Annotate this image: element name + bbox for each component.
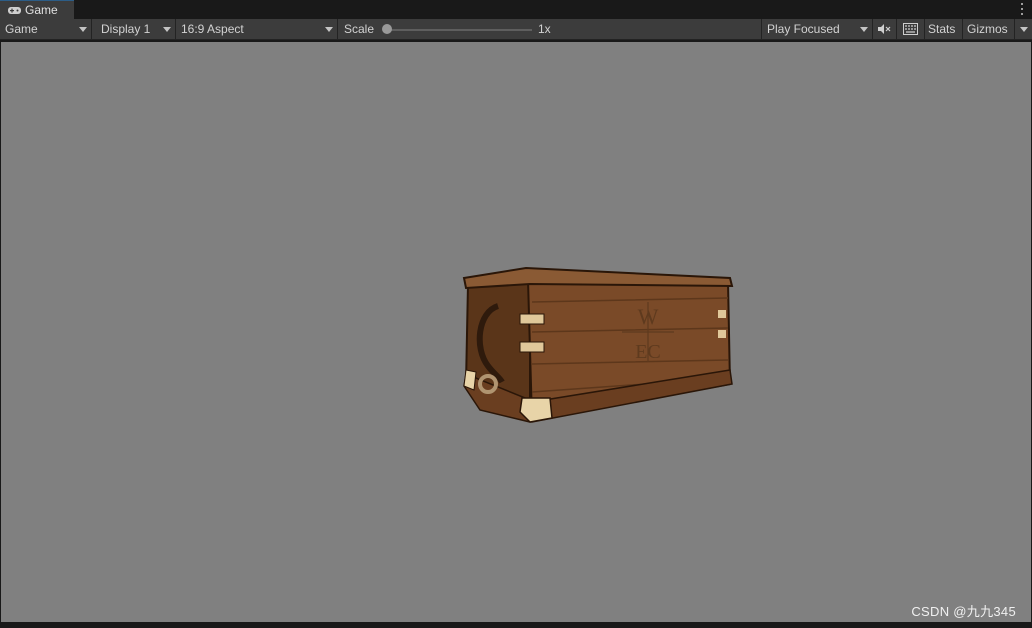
gizmos-button[interactable]: Gizmos (963, 19, 1015, 39)
scale-label: Scale (339, 19, 379, 39)
tab-game[interactable]: Game (0, 0, 74, 19)
scale-value: 1x (533, 19, 563, 39)
display-dropdown[interactable]: Display 1 (96, 19, 176, 39)
play-mode-dropdown[interactable]: Play Focused (761, 19, 873, 39)
scale-label-text: Scale (344, 22, 375, 36)
scale-slider-thumb[interactable] (382, 24, 392, 34)
stats-button[interactable]: Stats (925, 19, 963, 39)
chevron-down-icon (163, 27, 171, 32)
game-toolbar: Game Display 1 16:9 Aspect Scale 1x Play… (0, 19, 1032, 40)
gizmos-label: Gizmos (967, 22, 1008, 36)
chevron-down-icon (325, 27, 333, 32)
tab-bar: Game (0, 0, 1032, 19)
keyboard-icon (903, 23, 918, 35)
scale-value-text: 1x (538, 22, 551, 36)
scale-slider-track[interactable] (386, 29, 532, 31)
bottom-border (0, 622, 1032, 628)
aspect-dropdown[interactable]: 16:9 Aspect (176, 19, 338, 39)
aspect-label: 16:9 Aspect (181, 22, 244, 36)
watermark: CSDN @九九345 (911, 604, 1016, 619)
stats-label: Stats (928, 22, 956, 36)
tab-title: Game (25, 3, 58, 17)
chevron-down-icon (1020, 27, 1028, 32)
mode-dropdown[interactable]: Game (0, 19, 92, 39)
wooden-chest: W EC (462, 266, 734, 423)
mute-audio-icon (878, 24, 891, 34)
play-mode-label: Play Focused (767, 22, 840, 36)
more-options-icon[interactable] (1018, 2, 1026, 16)
chevron-down-icon (860, 27, 868, 32)
display-label: Display 1 (101, 22, 151, 36)
gamepad-icon (8, 6, 21, 14)
mute-audio-button[interactable] (873, 19, 897, 39)
shortcuts-button[interactable] (897, 19, 925, 39)
mode-label: Game (5, 22, 38, 36)
gizmos-dropdown[interactable] (1015, 19, 1032, 39)
chevron-down-icon (79, 27, 87, 32)
